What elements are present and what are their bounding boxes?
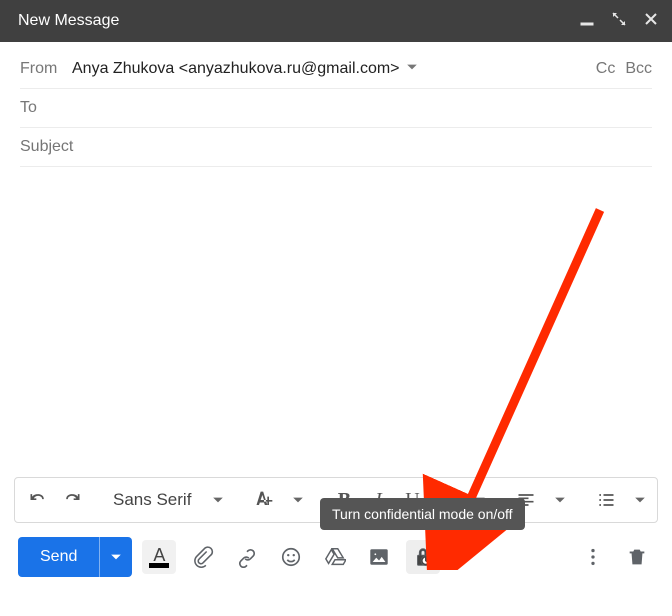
send-row: Send A (0, 523, 672, 591)
fullscreen-icon[interactable] (612, 12, 626, 31)
window-controls (580, 12, 658, 31)
attach-icon[interactable] (186, 540, 220, 574)
send-options-button[interactable] (99, 537, 132, 577)
minimize-icon[interactable] (580, 12, 594, 31)
redo-button[interactable] (57, 485, 87, 515)
emoji-icon[interactable] (274, 540, 308, 574)
align-chevron-icon[interactable] (545, 485, 575, 515)
image-icon[interactable] (362, 540, 396, 574)
to-row: To (20, 89, 652, 128)
send-button[interactable]: Send (18, 537, 99, 577)
chevron-down-icon[interactable] (406, 60, 418, 78)
font-size-chevron-icon[interactable] (283, 485, 313, 515)
font-family-chevron-icon[interactable] (203, 485, 233, 515)
titlebar: New Message (0, 0, 672, 42)
font-size-button[interactable] (249, 485, 279, 515)
link-icon[interactable] (230, 540, 264, 574)
send-button-group: Send (18, 537, 132, 577)
from-label: From (20, 60, 62, 78)
from-address[interactable]: Anya Zhukova <anyazhukova.ru@gmail.com> (72, 60, 418, 78)
drive-icon[interactable] (318, 540, 352, 574)
cc-link[interactable]: Cc (596, 60, 616, 78)
confidential-mode-icon[interactable] (406, 540, 440, 574)
message-body[interactable] (0, 167, 672, 477)
to-label: To (20, 99, 62, 117)
from-row: From Anya Zhukova <anyazhukova.ru@gmail.… (20, 50, 652, 89)
formatting-options-button[interactable]: A (142, 540, 176, 574)
font-family-select[interactable]: Sans Serif (103, 490, 199, 510)
subject-row (20, 128, 652, 167)
bcc-link[interactable]: Bcc (625, 60, 652, 78)
to-input[interactable] (72, 99, 652, 117)
signature-icon[interactable] (450, 540, 484, 574)
list-button[interactable] (591, 485, 621, 515)
window-title: New Message (18, 12, 119, 30)
discard-icon[interactable] (620, 540, 654, 574)
close-icon[interactable] (644, 12, 658, 31)
undo-button[interactable] (23, 485, 53, 515)
tooltip: Turn confidential mode on/off (320, 498, 525, 530)
list-chevron-icon[interactable] (625, 485, 655, 515)
subject-input[interactable] (20, 138, 652, 156)
more-options-icon[interactable] (576, 540, 610, 574)
